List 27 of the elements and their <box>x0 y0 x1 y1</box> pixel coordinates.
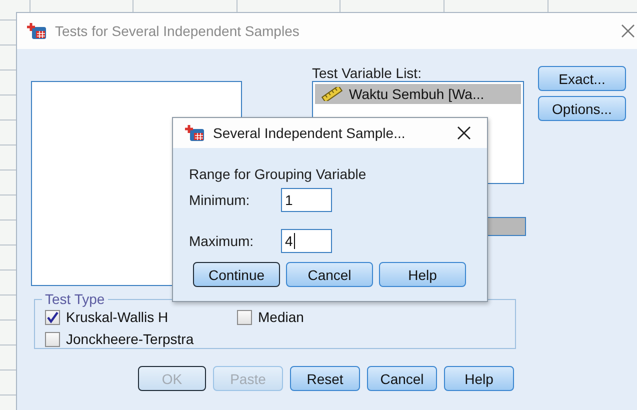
side-button[interactable]: Exact... <box>538 66 626 91</box>
variable-item[interactable]: Waktu Sembuh [Wa... <box>315 84 521 104</box>
input-field[interactable]: 1 <box>281 188 332 212</box>
subdialog-button[interactable]: Continue <box>193 262 280 287</box>
dialog-button[interactable]: Reset <box>290 366 360 391</box>
input-field[interactable]: 4 <box>281 229 332 253</box>
list-label: Test Variable List: <box>312 65 422 81</box>
checkbox[interactable] <box>45 332 60 346</box>
window-title: Tests for Several Independent Samples <box>55 23 300 39</box>
close-icon[interactable] <box>457 126 471 140</box>
subdialog-button[interactable]: Help <box>379 262 466 287</box>
app-icon <box>27 22 47 40</box>
checkbox-label: Jonckheere-Terpstra <box>66 331 194 347</box>
checkbox[interactable] <box>237 310 252 324</box>
app-icon <box>185 124 205 142</box>
group-title: Test Type <box>44 291 106 307</box>
dialog-button[interactable]: Cancel <box>367 366 437 391</box>
checkbox[interactable] <box>45 310 60 324</box>
field-label: Minimum: <box>189 192 251 208</box>
checkbox-label: Median <box>258 309 304 325</box>
range-heading: Range for Grouping Variable <box>189 166 368 182</box>
subdialog-title: Several Independent Sample... <box>213 125 406 141</box>
dialog-button[interactable]: Help <box>444 366 514 391</box>
field-label: Maximum: <box>189 233 255 249</box>
side-button[interactable]: Options... <box>538 96 626 121</box>
subdialog-button[interactable]: Cancel <box>286 262 373 287</box>
checkbox-label: Kruskal-Wallis H <box>66 309 168 325</box>
